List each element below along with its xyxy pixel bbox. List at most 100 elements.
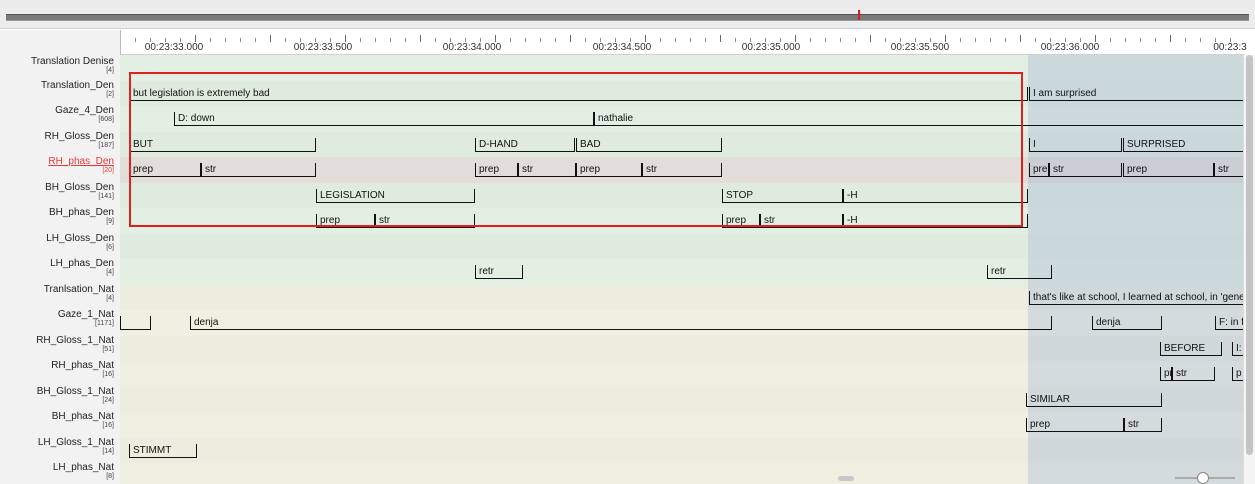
- horizontal-scrollbar-thumb[interactable]: [838, 476, 854, 481]
- annotation[interactable]: prep: [576, 163, 642, 177]
- tier-label-gaze-4-den[interactable]: Gaze_4_Den [608]: [0, 105, 114, 124]
- tier-label-bh-gloss-1-nat[interactable]: BH_Gloss_1_Nat [24]: [0, 386, 114, 405]
- annotation[interactable]: nathalie: [594, 112, 1244, 126]
- annotation[interactable]: str: [1214, 163, 1244, 177]
- annotation[interactable]: BUT: [129, 137, 316, 152]
- annotation[interactable]: str: [1049, 163, 1122, 177]
- tier-label-gaze-1-nat[interactable]: Gaze_1_Nat [1171]: [0, 309, 114, 328]
- time-ruler[interactable]: 00:23:33.000 00:23:33.500 00:23:34.000 00:2…: [120, 30, 1247, 55]
- annotation[interactable]: -H: [843, 188, 1028, 203]
- tier-name: LH_phas_Nat: [52, 462, 114, 473]
- tier-label-lh-phas-den[interactable]: LH_phas_Den [4]: [0, 258, 114, 277]
- annotation[interactable]: prep: [316, 214, 375, 228]
- overview-timeline[interactable]: I: [0, 0, 1255, 29]
- annotation[interactable]: denja: [1092, 316, 1162, 330]
- annotation[interactable]: SIMILAR: [1026, 392, 1162, 407]
- ruler-tick: [825, 38, 826, 42]
- tier-count: [16]: [102, 422, 114, 429]
- ruler-tick: [795, 35, 796, 42]
- ruler-tick: [570, 35, 571, 42]
- annotation[interactable]: BEFORE: [1160, 341, 1222, 356]
- annotation[interactable]: pre: [1160, 367, 1172, 381]
- ruler-tick: [525, 38, 526, 42]
- ruler-tick: [705, 38, 706, 42]
- tier-label-bh-phas-nat[interactable]: BH_phas_Nat [16]: [0, 411, 114, 430]
- annotation[interactable]: str: [760, 214, 843, 228]
- annotation[interactable]: str: [642, 163, 722, 177]
- tier-name: LH_Gloss_Den: [46, 232, 114, 244]
- zoom-slider[interactable]: [1175, 472, 1235, 484]
- annotation[interactable]: STIMMT: [129, 443, 197, 458]
- annotation[interactable]: prep: [475, 163, 518, 177]
- annotation[interactable]: prep: [1026, 418, 1124, 432]
- tier-label-translation-den[interactable]: Translation_Den [2]: [0, 80, 114, 99]
- tier-label-lh-gloss-den[interactable]: LH_Gloss_Den [6]: [0, 233, 114, 252]
- annotation[interactable]: SURPRISED: [1123, 137, 1244, 152]
- ruler-time-label: 00:23:3: [1213, 42, 1247, 53]
- vertical-scrollbar-thumb[interactable]: [1246, 55, 1253, 455]
- ruler-tick: [1185, 38, 1186, 42]
- tier-label-translation-denise[interactable]: Translation Denise [4]: [0, 56, 114, 75]
- tier-label-rh-gloss-den[interactable]: RH_Gloss_Den [187]: [0, 131, 114, 150]
- annotation[interactable]: retr: [475, 265, 523, 279]
- tier-count: [8]: [106, 473, 114, 480]
- ruler-tick: [195, 35, 196, 42]
- annotation[interactable]: prep: [129, 163, 201, 177]
- ruler-tick: [390, 38, 391, 42]
- annotation-grid[interactable]: but legislation is extremely bad I am sur…: [120, 55, 1244, 484]
- annotation[interactable]: retr: [987, 265, 1052, 279]
- tier-name: RH_Gloss_1_Nat: [36, 334, 114, 346]
- annotation[interactable]: D: down: [174, 112, 594, 126]
- tier-label-rh-phas-nat[interactable]: RH_phas_Nat [16]: [0, 360, 114, 379]
- ruler-tick: [240, 38, 241, 42]
- crosshair-cursor-icon: I: [857, 7, 862, 24]
- tier-label-bh-gloss-den[interactable]: BH_Gloss_Den [141]: [0, 182, 114, 201]
- annotation[interactable]: I: [1029, 137, 1122, 152]
- annotation[interactable]: str: [518, 163, 576, 177]
- overview-track[interactable]: [6, 14, 1249, 21]
- tier-label-lh-phas-nat[interactable]: LH_phas_Nat [8]: [0, 462, 114, 481]
- annotation[interactable]: pre: [1029, 163, 1049, 177]
- ruler-time-label: 00:23:35.500: [890, 42, 950, 53]
- annotation[interactable]: str: [1124, 418, 1162, 432]
- annotation[interactable]: STOP: [722, 188, 843, 203]
- annotation[interactable]: str: [375, 214, 475, 228]
- annotation[interactable]: that's like at school, I learned at scho…: [1029, 290, 1244, 305]
- ruler-tick: [990, 38, 991, 42]
- ruler-tick: [870, 35, 871, 42]
- annotation[interactable]: denja: [190, 316, 1052, 330]
- tier-count: [2]: [106, 90, 114, 98]
- tier-name: Gaze_4_Den: [55, 105, 114, 116]
- ruler-tick: [1155, 38, 1156, 42]
- tier-label-rh-gloss-1-nat[interactable]: RH_Gloss_1_Nat [51]: [0, 335, 114, 354]
- tier-count: [187]: [98, 141, 114, 149]
- annotation[interactable]: str: [201, 163, 316, 177]
- ruler-tick: [645, 35, 646, 42]
- tier-label-bh-phas-den[interactable]: BH_phas_Den [9]: [0, 207, 114, 226]
- annotation[interactable]: D-HAND: [475, 137, 575, 152]
- annotation[interactable]: LEGISLATION: [316, 188, 475, 203]
- tier-count: [16]: [102, 371, 114, 378]
- annotation[interactable]: prep: [722, 214, 760, 228]
- annotation[interactable]: I am surprised: [1029, 86, 1244, 101]
- annotation[interactable]: str: [1172, 367, 1215, 381]
- annotation[interactable]: BAD: [576, 137, 722, 152]
- annotation[interactable]: but legislation is extremely bad: [129, 86, 1028, 101]
- ruler-tick: [435, 38, 436, 42]
- annotation[interactable]: [120, 316, 151, 330]
- ruler-tick: [945, 35, 946, 42]
- ruler-tick: [1110, 38, 1111, 42]
- annotation[interactable]: prep: [1123, 163, 1214, 177]
- ruler-tick: [1035, 38, 1036, 42]
- vertical-scrollbar[interactable]: [1243, 55, 1255, 484]
- tier-label-tranlsation-nat[interactable]: Tranlsation_Nat [4]: [0, 284, 114, 303]
- tier-label-lh-gloss-1-nat[interactable]: LH_Gloss_1_Nat [14]: [0, 437, 114, 456]
- ruler-tick: [1140, 38, 1141, 42]
- annotation[interactable]: F: in front: [1215, 316, 1244, 330]
- annotation[interactable]: -H: [843, 214, 1028, 228]
- tier-labels-panel: Translation Denise [4] Translation_Den [2] G…: [0, 30, 121, 484]
- zoom-slider-knob[interactable]: [1197, 472, 1209, 484]
- ruler-tick: [255, 38, 256, 42]
- ruler-tick: [345, 35, 346, 42]
- tier-label-rh-phas-den[interactable]: RH_phas_Den [20]: [0, 156, 114, 175]
